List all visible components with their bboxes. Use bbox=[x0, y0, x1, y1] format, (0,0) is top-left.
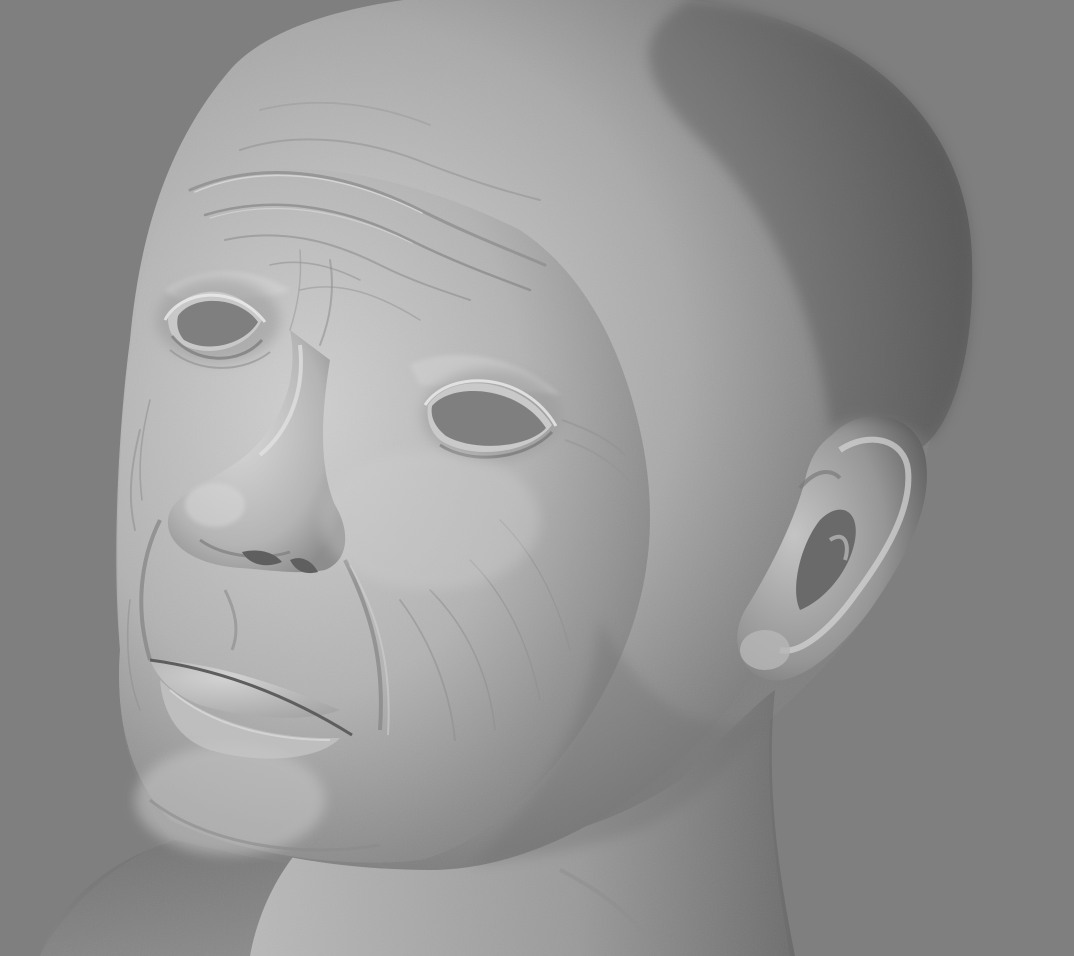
sculpt-render bbox=[0, 0, 1074, 956]
cheekbone-highlight bbox=[320, 450, 540, 590]
sculpt-viewport[interactable] bbox=[0, 0, 1074, 956]
